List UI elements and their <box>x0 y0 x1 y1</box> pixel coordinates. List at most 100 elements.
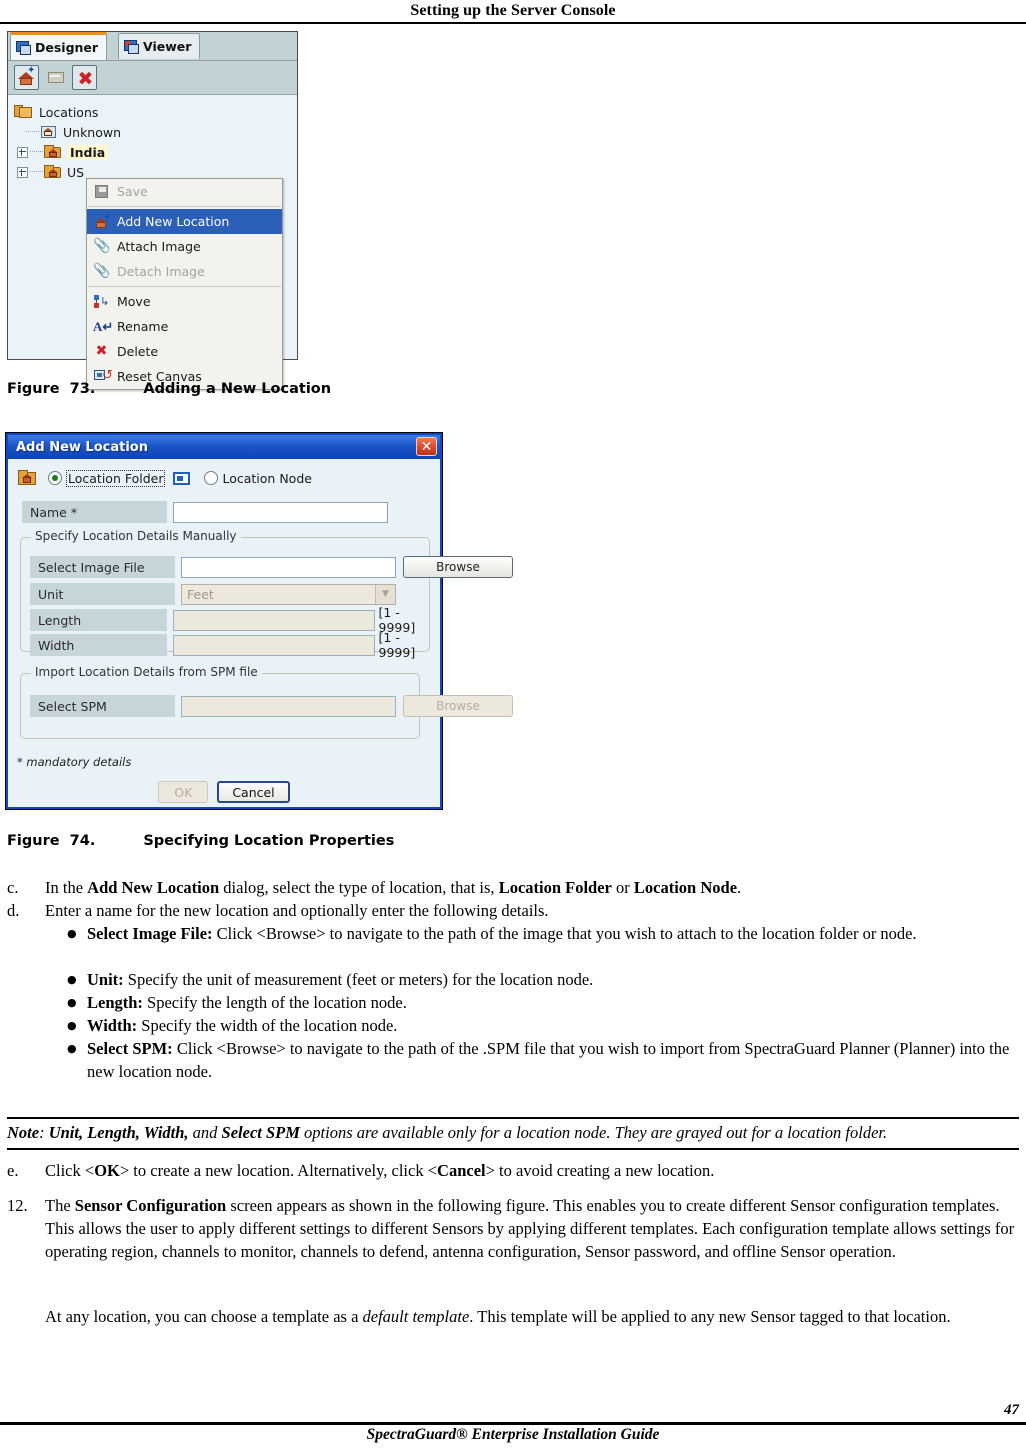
t: > to avoid creating a new location. <box>485 1161 715 1180</box>
bullet-text: Select SPM: Click <Browse> to navigate t… <box>87 1037 1020 1083</box>
context-menu-item-rename[interactable]: A↵ Rename <box>87 314 282 339</box>
dialog-buttons: OK Cancel <box>8 781 440 803</box>
step-e-text: Click <OK> to create a new location. Alt… <box>45 1159 1017 1182</box>
length-label: Length <box>30 609 167 631</box>
name-input[interactable] <box>173 501 388 523</box>
location-tree: Locations Unknown India US Save ✦ Add Ne… <box>8 95 297 390</box>
radio-location-folder[interactable] <box>48 471 62 485</box>
location-node-icon <box>40 125 58 139</box>
tab-strip: Designer Viewer <box>8 32 297 61</box>
context-menu-item-label: Detach Image <box>117 264 205 279</box>
running-head: Setting up the Server Console <box>410 2 616 19</box>
page-number: 47 <box>1004 1402 1019 1418</box>
footer-rule <box>0 1422 1026 1425</box>
radio-location-node[interactable] <box>204 471 219 485</box>
tab-viewer[interactable]: Viewer <box>118 33 201 59</box>
width-input[interactable] <box>172 634 375 656</box>
expand-plus-icon[interactable] <box>17 166 28 178</box>
cancel-button[interactable]: Cancel <box>217 781 290 803</box>
add-location-icon: ✦ <box>93 213 111 229</box>
t: Add New Location <box>87 878 220 897</box>
t: The <box>45 1196 75 1215</box>
tree-connector <box>30 171 43 173</box>
context-menu-item-add-new-location[interactable]: ✦ Add New Location <box>87 209 282 234</box>
folder-button[interactable] <box>44 65 69 90</box>
t: dialog, select the type of location, tha… <box>219 878 499 897</box>
figure-74-caption-text: Specifying Location Properties <box>143 833 395 849</box>
bullet-unit: ● Unit: Specify the unit of measurement … <box>7 968 1020 991</box>
context-menu-item-attach-image[interactable]: 📎 Attach Image <box>87 234 282 259</box>
bullet-text: Length: Specify the length of the locati… <box>87 991 1020 1014</box>
designer-toolbar: ✦ ✖ <box>8 61 297 95</box>
select-spm-label: Select SPM <box>30 695 175 717</box>
tree-root-locations[interactable]: Locations <box>14 102 98 122</box>
bullet-icon: ● <box>67 973 77 986</box>
browse-image-button[interactable]: Browse <box>403 556 513 578</box>
context-menu-item-move[interactable]: ↳ Move <box>87 289 282 314</box>
bullet-body: Click <Browse> to navigate to the path o… <box>212 924 917 943</box>
tree-item-unknown[interactable]: Unknown <box>26 122 121 142</box>
t: > to create a new location. Alternativel… <box>119 1161 438 1180</box>
figure-73-designer-screenshot: Designer Viewer ✦ ✖ Locations Unknown In… <box>7 31 298 390</box>
radio-location-node-label[interactable]: Location Node <box>222 471 311 486</box>
tab-viewer-label: Viewer <box>143 39 192 54</box>
unit-dropdown[interactable]: Feet ▼ <box>181 583 396 605</box>
note-rest: options are available only for a locatio… <box>299 1123 888 1142</box>
unit-label: Unit <box>30 583 175 605</box>
step-d: d. Enter a name for the new location and… <box>7 899 1017 922</box>
document-page: Setting up the Server Console Designer V… <box>0 0 1026 1452</box>
tree-item-us[interactable]: US <box>17 162 84 182</box>
delete-x-icon: ✖ <box>95 343 108 359</box>
select-image-file-row: Select Image File Browse <box>30 556 513 578</box>
select-spm-input[interactable] <box>181 695 396 717</box>
context-menu-item-label: Save <box>117 184 148 199</box>
figure-73-caption-label: Figure 73. <box>7 381 96 397</box>
t: . This template will be applied to any n… <box>469 1307 951 1326</box>
bullet-body: Specify the width of the location node. <box>137 1016 398 1035</box>
width-hint: [1 - 9999] <box>378 630 416 660</box>
bullet-icon: ● <box>67 1019 77 1032</box>
group-import-spm-title: Import Location Details from SPM file <box>31 665 262 679</box>
bullet-length: ● Length: Specify the length of the loca… <box>7 991 1020 1014</box>
paragraph-default-template: At any location, you can choose a templa… <box>45 1305 1017 1328</box>
location-folder-icon <box>44 165 62 179</box>
paperclip-icon: 📎 <box>93 238 111 254</box>
tree-item-label: Unknown <box>63 124 122 140</box>
browse-spm-button[interactable]: Browse <box>403 695 513 717</box>
t: Click < <box>45 1161 95 1180</box>
length-input[interactable] <box>172 609 375 631</box>
unit-dropdown-value: Feet <box>187 586 214 602</box>
location-folder-icon <box>18 470 38 486</box>
delete-button[interactable]: ✖ <box>72 65 97 90</box>
expand-plus-icon[interactable] <box>17 146 28 158</box>
t: Location Folder <box>498 878 612 897</box>
add-location-button[interactable]: ✦ <box>14 65 39 90</box>
context-menu-item-detach-image[interactable]: 📎 Detach Image <box>87 259 282 284</box>
ok-button[interactable]: OK <box>158 781 209 803</box>
location-node-icon <box>173 471 191 485</box>
width-row: Width [1 - 9999] <box>30 630 437 660</box>
close-icon[interactable]: ✕ <box>416 437 437 456</box>
radio-location-folder-label[interactable]: Location Folder <box>66 469 166 487</box>
length-row: Length [1 - 9999] <box>30 605 437 635</box>
bullet-select-image-file: ● Select Image File: Click <Browse> to n… <box>7 922 1020 945</box>
context-menu-item-save[interactable]: Save <box>87 179 282 204</box>
tree-connector <box>26 131 39 133</box>
tab-designer[interactable]: Designer <box>10 32 108 60</box>
figure-74-caption-label: Figure 74. <box>7 833 96 849</box>
context-menu-item-label: Delete <box>117 344 159 359</box>
paperclip-cut-icon: 📎 <box>93 263 111 279</box>
context-menu-item-label: Add New Location <box>117 214 230 229</box>
context-menu-item-delete[interactable]: ✖ Delete <box>87 339 282 364</box>
select-image-file-input[interactable] <box>181 556 396 578</box>
tree-item-india[interactable]: India <box>17 142 109 162</box>
context-menu-item-label: Rename <box>117 319 169 334</box>
note-colon: : <box>39 1123 49 1142</box>
bullet-text: Unit: Specify the unit of measurement (f… <box>87 968 1020 991</box>
step-c-text: In the Add New Location dialog, select t… <box>45 876 1017 899</box>
figure-74-add-new-location-dialog: Add New Location ✕ Location Folder Locat… <box>5 432 513 810</box>
menu-divider <box>88 286 281 287</box>
rename-icon: A↵ <box>93 319 114 334</box>
header-rule <box>0 22 1026 24</box>
t: In the <box>45 878 88 897</box>
